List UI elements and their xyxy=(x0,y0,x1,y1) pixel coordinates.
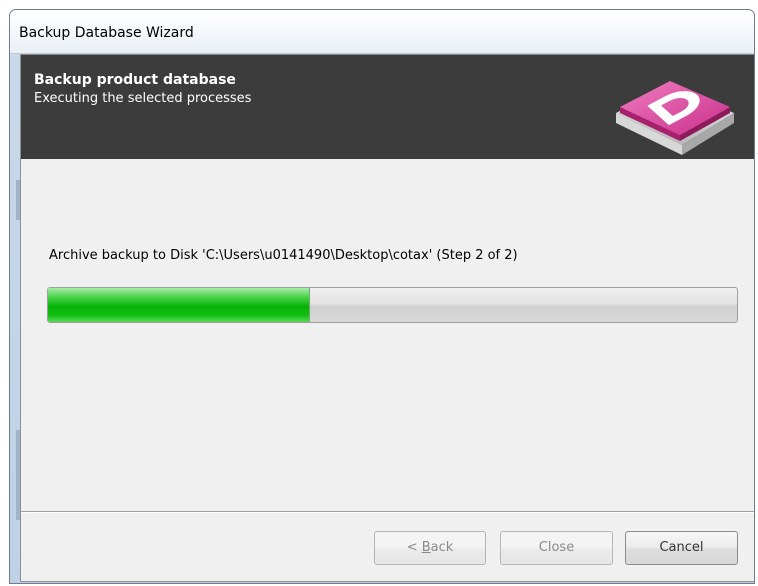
back-button[interactable]: < Back xyxy=(374,531,486,565)
cancel-button[interactable]: Cancel xyxy=(625,531,738,565)
back-button-accel: B xyxy=(421,540,431,555)
database-d-icon xyxy=(616,81,734,155)
back-button-prefix: < xyxy=(406,540,422,555)
wizard-window: Backup Database Wizard Backup product da… xyxy=(9,9,755,584)
window-title: Backup Database Wizard xyxy=(19,25,194,41)
header-subtitle: Executing the selected processes xyxy=(34,91,252,106)
wizard-client-area: Backup product database Executing the se… xyxy=(20,54,754,582)
back-button-rest: ack xyxy=(430,540,454,555)
progress-bar-fill xyxy=(48,288,310,322)
header-title: Backup product database xyxy=(34,72,236,88)
close-button[interactable]: Close xyxy=(500,531,613,565)
wizard-header: Backup product database Executing the se… xyxy=(21,55,754,159)
progress-bar xyxy=(47,287,738,323)
title-bar[interactable]: Backup Database Wizard xyxy=(10,10,754,54)
button-separator xyxy=(21,511,754,513)
progress-status-text: Archive backup to Disk 'C:\Users\u014149… xyxy=(49,248,518,263)
